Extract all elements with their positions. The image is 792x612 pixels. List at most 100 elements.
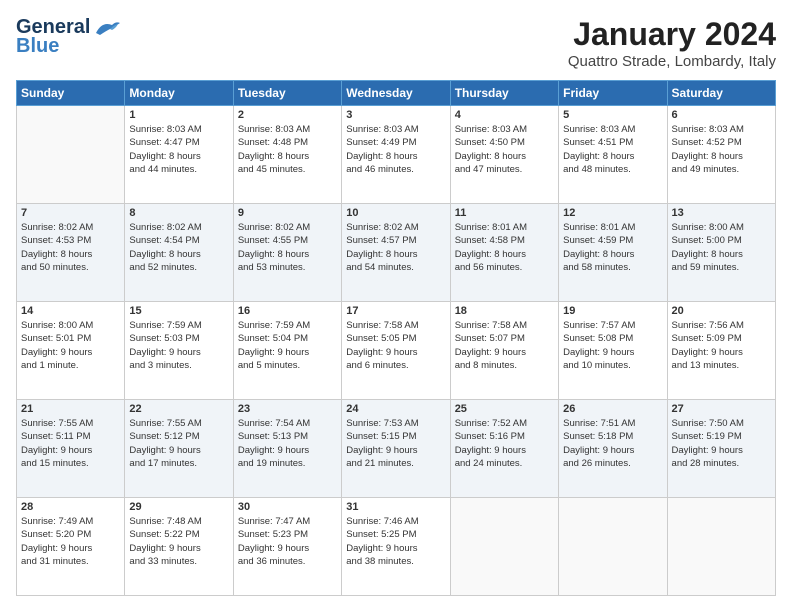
day-info: Sunrise: 7:59 AM Sunset: 5:04 PM Dayligh… [238,319,337,372]
day-info: Sunrise: 8:03 AM Sunset: 4:49 PM Dayligh… [346,123,445,176]
page-subtitle: Quattro Strade, Lombardy, Italy [568,53,776,70]
logo-blue: Blue [16,35,59,58]
calendar-week-row: 28Sunrise: 7:49 AM Sunset: 5:20 PM Dayli… [17,498,776,596]
calendar-cell: 28Sunrise: 7:49 AM Sunset: 5:20 PM Dayli… [17,498,125,596]
day-number: 1 [129,109,228,121]
calendar-cell: 29Sunrise: 7:48 AM Sunset: 5:22 PM Dayli… [125,498,233,596]
day-number: 23 [238,403,337,415]
day-number: 12 [563,207,662,219]
day-info: Sunrise: 7:46 AM Sunset: 5:25 PM Dayligh… [346,515,445,568]
day-number: 11 [455,207,554,219]
calendar-cell: 26 Sunrise: 7:51 AM Sunset: 5:18 PM Dayli… [559,400,667,498]
calendar-cell: 27Sunrise: 7:50 AM Sunset: 5:19 PM Dayli… [667,400,775,498]
calendar-cell: 6 Sunrise: 8:03 AM Sunset: 4:52 PM Daylig… [667,106,775,204]
day-number: 9 [238,207,337,219]
calendar-cell: 7 Sunrise: 8:02 AM Sunset: 4:53 PM Daylig… [17,204,125,302]
logo: General Blue [16,16,120,58]
calendar-cell: 25 Sunrise: 7:52 AM Sunset: 5:16 PM Dayli… [450,400,558,498]
day-number: 31 [346,501,445,513]
calendar-cell [17,106,125,204]
day-info: Sunrise: 7:51 AM Sunset: 5:18 PM Dayligh… [563,417,662,470]
day-number: 10 [346,207,445,219]
day-number: 22 [129,403,228,415]
header: General Blue January 2024 Quattro Strade… [16,16,776,70]
calendar-cell: 13 Sunrise: 8:00 AM Sunset: 5:00 PM Dayli… [667,204,775,302]
day-number: 2 [238,109,337,121]
calendar-cell [450,498,558,596]
calendar-cell [667,498,775,596]
day-info: Sunrise: 8:03 AM Sunset: 4:52 PM Dayligh… [672,123,771,176]
calendar-cell: 2Sunrise: 8:03 AM Sunset: 4:48 PM Daylig… [233,106,341,204]
day-info: Sunrise: 7:49 AM Sunset: 5:20 PM Dayligh… [21,515,120,568]
day-info: Sunrise: 7:52 AM Sunset: 5:16 PM Dayligh… [455,417,554,470]
calendar-cell: 24Sunrise: 7:53 AM Sunset: 5:15 PM Dayli… [342,400,450,498]
calendar-cell: 19 Sunrise: 7:57 AM Sunset: 5:08 PM Dayli… [559,302,667,400]
calendar-week-row: 7 Sunrise: 8:02 AM Sunset: 4:53 PM Daylig… [17,204,776,302]
day-number: 30 [238,501,337,513]
calendar-cell: 5Sunrise: 8:03 AM Sunset: 4:51 PM Daylig… [559,106,667,204]
calendar-header-thursday: Thursday [450,81,558,106]
calendar-header-saturday: Saturday [667,81,775,106]
day-info: Sunrise: 8:02 AM Sunset: 4:53 PM Dayligh… [21,221,120,274]
day-info: Sunrise: 7:59 AM Sunset: 5:03 PM Dayligh… [129,319,228,372]
calendar-week-row: 21 Sunrise: 7:55 AM Sunset: 5:11 PM Dayli… [17,400,776,498]
calendar-week-row: 1 Sunrise: 8:03 AM Sunset: 4:47 PM Daylig… [17,106,776,204]
day-number: 16 [238,305,337,317]
calendar-cell: 15 Sunrise: 7:59 AM Sunset: 5:03 PM Dayli… [125,302,233,400]
calendar-cell: 9 Sunrise: 8:02 AM Sunset: 4:55 PM Daylig… [233,204,341,302]
day-number: 7 [21,207,120,219]
calendar-header-wednesday: Wednesday [342,81,450,106]
day-info: Sunrise: 8:00 AM Sunset: 5:00 PM Dayligh… [672,221,771,274]
day-number: 15 [129,305,228,317]
day-number: 13 [672,207,771,219]
calendar-cell: 11 Sunrise: 8:01 AM Sunset: 4:58 PM Dayli… [450,204,558,302]
day-info: Sunrise: 8:03 AM Sunset: 4:51 PM Dayligh… [563,123,662,176]
day-info: Sunrise: 7:48 AM Sunset: 5:22 PM Dayligh… [129,515,228,568]
calendar-cell: 23Sunrise: 7:54 AM Sunset: 5:13 PM Dayli… [233,400,341,498]
day-info: Sunrise: 7:53 AM Sunset: 5:15 PM Dayligh… [346,417,445,470]
calendar-week-row: 14 Sunrise: 8:00 AM Sunset: 5:01 PM Dayli… [17,302,776,400]
day-number: 17 [346,305,445,317]
page: General Blue January 2024 Quattro Strade… [0,0,792,612]
day-info: Sunrise: 8:02 AM Sunset: 4:54 PM Dayligh… [129,221,228,274]
calendar-cell: 22 Sunrise: 7:55 AM Sunset: 5:12 PM Dayli… [125,400,233,498]
calendar-cell: 31 Sunrise: 7:46 AM Sunset: 5:25 PM Dayli… [342,498,450,596]
day-info: Sunrise: 7:47 AM Sunset: 5:23 PM Dayligh… [238,515,337,568]
calendar-cell: 12 Sunrise: 8:01 AM Sunset: 4:59 PM Dayli… [559,204,667,302]
day-number: 14 [21,305,120,317]
day-info: Sunrise: 8:01 AM Sunset: 4:58 PM Dayligh… [455,221,554,274]
day-info: Sunrise: 7:50 AM Sunset: 5:19 PM Dayligh… [672,417,771,470]
day-info: Sunrise: 8:01 AM Sunset: 4:59 PM Dayligh… [563,221,662,274]
page-title: January 2024 [568,16,776,53]
day-number: 20 [672,305,771,317]
day-number: 8 [129,207,228,219]
calendar-cell: 10 Sunrise: 8:02 AM Sunset: 4:57 PM Dayli… [342,204,450,302]
day-number: 25 [455,403,554,415]
calendar-cell: 20 Sunrise: 7:56 AM Sunset: 5:09 PM Dayli… [667,302,775,400]
calendar-table: SundayMondayTuesdayWednesdayThursdayFrid… [16,80,776,596]
calendar-header-friday: Friday [559,81,667,106]
day-info: Sunrise: 8:02 AM Sunset: 4:55 PM Dayligh… [238,221,337,274]
day-info: Sunrise: 7:57 AM Sunset: 5:08 PM Dayligh… [563,319,662,372]
day-number: 6 [672,109,771,121]
day-info: Sunrise: 8:03 AM Sunset: 4:47 PM Dayligh… [129,123,228,176]
day-info: Sunrise: 7:56 AM Sunset: 5:09 PM Dayligh… [672,319,771,372]
day-info: Sunrise: 8:03 AM Sunset: 4:50 PM Dayligh… [455,123,554,176]
day-number: 19 [563,305,662,317]
calendar-header-row: SundayMondayTuesdayWednesdayThursdayFrid… [17,81,776,106]
day-info: Sunrise: 8:02 AM Sunset: 4:57 PM Dayligh… [346,221,445,274]
day-info: Sunrise: 7:58 AM Sunset: 5:05 PM Dayligh… [346,319,445,372]
day-info: Sunrise: 8:00 AM Sunset: 5:01 PM Dayligh… [21,319,120,372]
day-number: 26 [563,403,662,415]
day-info: Sunrise: 7:58 AM Sunset: 5:07 PM Dayligh… [455,319,554,372]
calendar-cell: 17 Sunrise: 7:58 AM Sunset: 5:05 PM Dayli… [342,302,450,400]
calendar-cell: 8 Sunrise: 8:02 AM Sunset: 4:54 PM Daylig… [125,204,233,302]
calendar-cell: 18Sunrise: 7:58 AM Sunset: 5:07 PM Dayli… [450,302,558,400]
day-info: Sunrise: 7:55 AM Sunset: 5:11 PM Dayligh… [21,417,120,470]
calendar-cell: 1 Sunrise: 8:03 AM Sunset: 4:47 PM Daylig… [125,106,233,204]
calendar-cell [559,498,667,596]
calendar-header-tuesday: Tuesday [233,81,341,106]
day-info: Sunrise: 7:55 AM Sunset: 5:12 PM Dayligh… [129,417,228,470]
calendar-cell: 14 Sunrise: 8:00 AM Sunset: 5:01 PM Dayli… [17,302,125,400]
day-number: 21 [21,403,120,415]
